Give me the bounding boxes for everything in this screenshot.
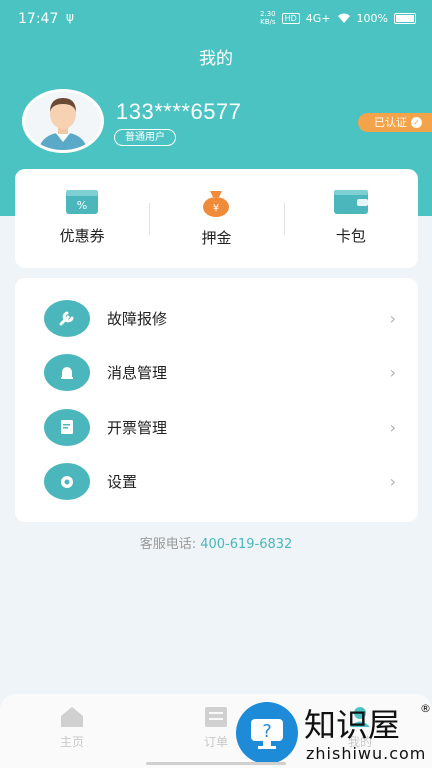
avatar[interactable] [22,89,104,153]
status-icons: 2.30 KB/s HD 4G+ 100% [260,10,416,26]
quick-label-deposit: 押金 [201,229,232,247]
status-bar: 17:47 ψ 2.30 KB/s HD 4G+ 100% [0,0,432,38]
menu-item-invoice[interactable]: 开票管理 › [15,400,418,455]
menu-label-settings: 设置 [107,473,138,492]
menu-label-messages: 消息管理 [107,364,168,383]
watermark-title: 知识屋 [304,706,401,744]
quick-item-coupon[interactable]: % 优惠券 [15,169,149,268]
network-speed: 2.30 KB/s [260,10,276,26]
svg-text:?: ? [262,721,272,742]
wallet-icon [333,190,368,214]
hotline-label: 客服电话: [139,537,201,552]
coupon-icon: % [66,190,99,214]
menu-label-invoice: 开票管理 [107,418,168,437]
customer-hotline: 客服电话: 400-619-6832 [0,533,432,552]
verified-label: 已认证 [374,116,407,129]
watermark-logo-icon: ? [236,702,298,764]
bell-icon [44,354,90,392]
invoice-icon [44,408,90,446]
menu-card: 故障报修 › 消息管理 › 开票管理 › 设置 › [15,278,418,522]
watermark: ? 知识屋 ® zhishiwu.com [232,700,432,768]
order-icon [205,707,227,727]
network-type: 4G+ [305,11,331,25]
status-time: 17:47 [18,11,59,27]
verified-badge[interactable]: 已认证 ✓ [358,113,432,132]
menu-label-repair: 故障报修 [107,309,168,328]
menu-item-messages[interactable]: 消息管理 › [15,346,418,401]
watermark-url: zhishiwu.com [306,744,427,763]
user-type-badge: 普通用户 [114,129,176,146]
quick-actions-card: % 优惠券 ¥ 押金 卡包 [15,169,418,268]
wrench-icon [44,299,90,337]
chevron-right-icon: › [389,472,396,492]
quick-item-deposit[interactable]: ¥ 押金 [149,169,283,268]
quick-item-cardholder[interactable]: 卡包 [283,169,418,268]
hotline-number[interactable]: 400-619-6832 [200,537,292,552]
menu-item-settings[interactable]: 设置 › [15,455,418,510]
quick-label-cardholder: 卡包 [335,227,366,245]
chevron-right-icon: › [389,417,396,437]
usb-icon: ψ [66,10,74,24]
hd-badge: HD [281,12,300,24]
page-title: 我的 [199,49,233,69]
user-avatar-icon [25,92,101,150]
svg-text:¥: ¥ [213,203,219,214]
chevron-right-icon: › [389,308,396,328]
menu-item-repair[interactable]: 故障报修 › [15,291,418,346]
home-icon [61,707,83,727]
phone-number: 133****6577 [116,99,242,124]
battery-icon [394,12,416,24]
wifi-icon [337,13,350,23]
chevron-right-icon: › [389,363,396,383]
gear-icon [44,463,90,501]
tab-home[interactable]: 主页 [0,694,144,768]
check-icon: ✓ [411,117,422,128]
battery-percent: 100% [356,11,388,25]
watermark-registered: ® [420,702,431,715]
quick-label-coupon: 优惠券 [59,227,105,245]
tab-label-orders: 订单 [203,735,228,749]
money-bag-icon: ¥ [203,191,230,217]
svg-text:%: % [77,199,87,212]
tab-label-home: 主页 [59,735,84,749]
home-indicator [146,762,286,765]
